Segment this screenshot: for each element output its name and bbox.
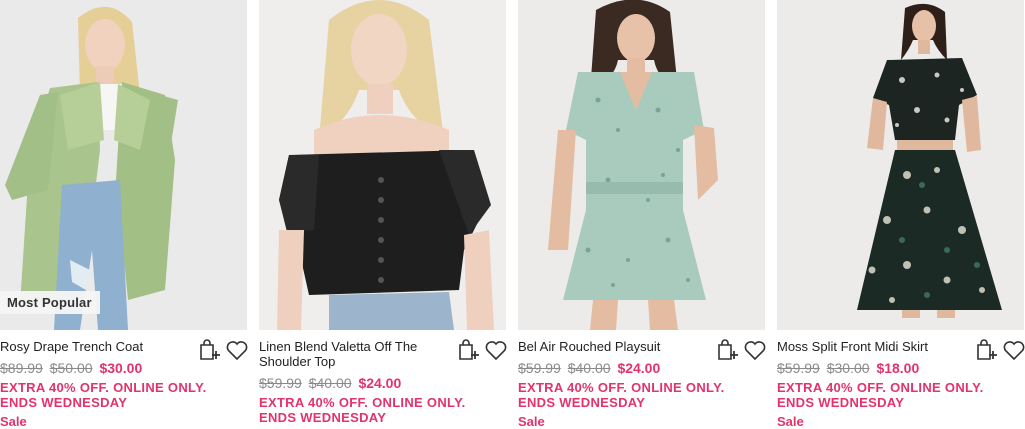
promo-text: EXTRA 40% OFF. ONLINE ONLY. ENDS WEDNESD…: [259, 395, 466, 425]
original-price: $89.99: [0, 360, 43, 376]
sale-label: Sale: [0, 414, 27, 429]
previous-price: $30.00: [826, 360, 870, 376]
add-to-bag-icon[interactable]: [715, 338, 739, 362]
price-row: $59.99 $40.00 $24.00: [259, 375, 506, 391]
sale-price: $18.00: [876, 360, 920, 376]
product-card[interactable]: Linen Blend Valetta Off The Shoulder Top…: [259, 0, 508, 425]
heart-icon[interactable]: [225, 338, 249, 362]
add-to-bag-icon[interactable]: [974, 338, 998, 362]
heart-icon[interactable]: [1002, 338, 1025, 362]
product-actions: [974, 338, 1025, 362]
product-photo-playsuit: [518, 0, 765, 330]
sale-price: $24.00: [358, 375, 402, 391]
promo-text: EXTRA 40% OFF. ONLINE ONLY. ENDS WEDNESD…: [777, 380, 984, 410]
product-info: Linen Blend Valetta Off The Shoulder Top…: [259, 330, 508, 425]
sale-price: $24.00: [617, 360, 661, 376]
original-price: $59.99: [259, 375, 302, 391]
price-row: $89.99 $50.00 $30.00: [0, 360, 247, 376]
product-grid: Most Popular Rosy Drape Trench Coat $89.…: [0, 0, 1025, 429]
add-to-bag-icon[interactable]: [197, 338, 221, 362]
previous-price: $50.00: [49, 360, 93, 376]
product-card[interactable]: Moss Split Front Midi Skirt $59.99 $30.0…: [777, 0, 1025, 429]
product-card[interactable]: Most Popular Rosy Drape Trench Coat $89.…: [0, 0, 248, 429]
original-price: $59.99: [518, 360, 561, 376]
previous-price: $40.00: [567, 360, 611, 376]
previous-price: $40.00: [308, 375, 352, 391]
promo-text: EXTRA 40% OFF. ONLINE ONLY. ENDS WEDNESD…: [518, 380, 725, 410]
product-photo-trench-coat: [0, 0, 247, 330]
heart-icon[interactable]: [743, 338, 767, 362]
product-photo-off-shoulder-top: [259, 0, 506, 330]
product-image[interactable]: [259, 0, 506, 330]
product-image[interactable]: [518, 0, 765, 330]
promo-text: EXTRA 40% OFF. ONLINE ONLY. ENDS WEDNESD…: [0, 380, 207, 410]
product-image[interactable]: [777, 0, 1024, 330]
sale-price: $30.00: [99, 360, 143, 376]
price-row: $59.99 $40.00 $24.00: [518, 360, 765, 376]
sale-label: Sale: [777, 414, 804, 429]
most-popular-badge: Most Popular: [0, 291, 100, 314]
product-image[interactable]: Most Popular: [0, 0, 247, 330]
product-photo-midi-skirt: [777, 0, 1024, 330]
heart-icon[interactable]: [484, 338, 508, 362]
product-info: Moss Split Front Midi Skirt $59.99 $30.0…: [777, 330, 1025, 429]
product-info: Bel Air Rouched Playsuit $59.99 $40.00 $…: [518, 330, 767, 429]
product-info: Rosy Drape Trench Coat $89.99 $50.00 $30…: [0, 330, 249, 429]
price-row: $59.99 $30.00 $18.00: [777, 360, 1024, 376]
product-card[interactable]: Bel Air Rouched Playsuit $59.99 $40.00 $…: [518, 0, 766, 429]
product-actions: [456, 338, 508, 362]
original-price: $59.99: [777, 360, 820, 376]
add-to-bag-icon[interactable]: [456, 338, 480, 362]
product-actions: [197, 338, 249, 362]
product-actions: [715, 338, 767, 362]
sale-label: Sale: [518, 414, 545, 429]
